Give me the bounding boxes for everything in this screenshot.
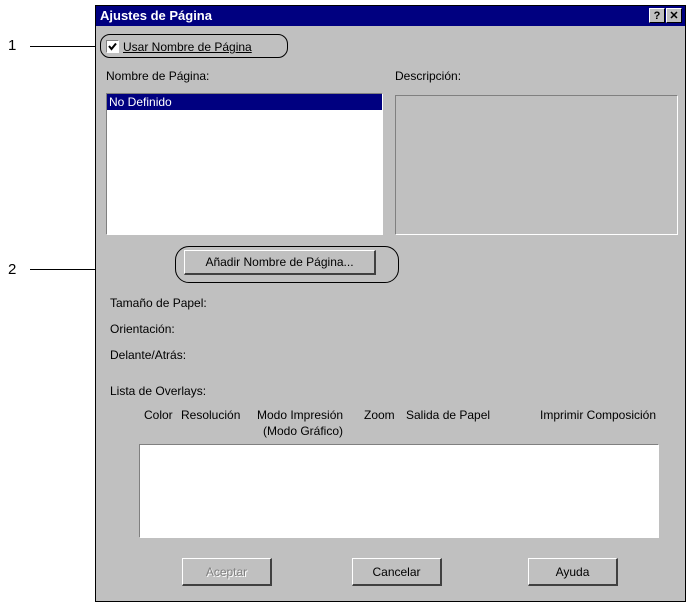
close-icon: ✕	[669, 10, 679, 22]
paper-size-label: Tamaño de Papel:	[110, 296, 207, 310]
list-item[interactable]: No Definido	[107, 94, 382, 110]
dialog-title: Ajustes de Página	[100, 8, 212, 23]
callout-leader-1	[30, 46, 100, 47]
column-print-mode: Modo Impresión	[257, 408, 344, 422]
accept-button-label: Aceptar	[205, 564, 248, 579]
page-name-label: Nombre de Página:	[106, 69, 210, 83]
callout-highlight-1	[100, 34, 288, 58]
column-paper-output: Salida de Papel	[406, 408, 491, 422]
callout-number-2: 2	[8, 261, 17, 278]
overlay-list[interactable]	[139, 444, 659, 538]
description-label: Descripción:	[395, 69, 462, 83]
column-resolution: Resolución	[181, 408, 241, 422]
column-print-composition: Imprimir Composición	[540, 408, 657, 422]
overlay-list-label: Lista de Overlays:	[110, 384, 207, 398]
question-icon: ?	[653, 9, 661, 22]
help-button-label: Ayuda	[555, 564, 590, 579]
callout-number-1: 1	[8, 37, 17, 54]
help-button[interactable]: Ayuda	[528, 558, 618, 586]
help-title-button[interactable]: ?	[649, 8, 665, 23]
cancel-button-label: Cancelar	[372, 564, 421, 579]
accept-button[interactable]: Aceptar	[182, 558, 272, 586]
close-title-button[interactable]: ✕	[666, 8, 682, 23]
page-settings-dialog: Ajustes de Página ? ✕ Usar Nombre de Pág…	[95, 5, 686, 602]
description-box	[395, 95, 678, 235]
column-color: Color	[144, 408, 173, 422]
column-zoom: Zoom	[364, 408, 395, 422]
title-bar: Ajustes de Página ? ✕	[96, 6, 685, 26]
column-print-mode-sub: (Modo Gráfico)	[263, 424, 344, 438]
orientation-label: Orientación:	[110, 322, 175, 336]
callout-highlight-2	[175, 246, 399, 283]
cancel-button[interactable]: Cancelar	[352, 558, 442, 586]
page-name-list[interactable]: No Definido	[106, 93, 383, 235]
front-back-label: Delante/Atrás:	[110, 348, 187, 362]
